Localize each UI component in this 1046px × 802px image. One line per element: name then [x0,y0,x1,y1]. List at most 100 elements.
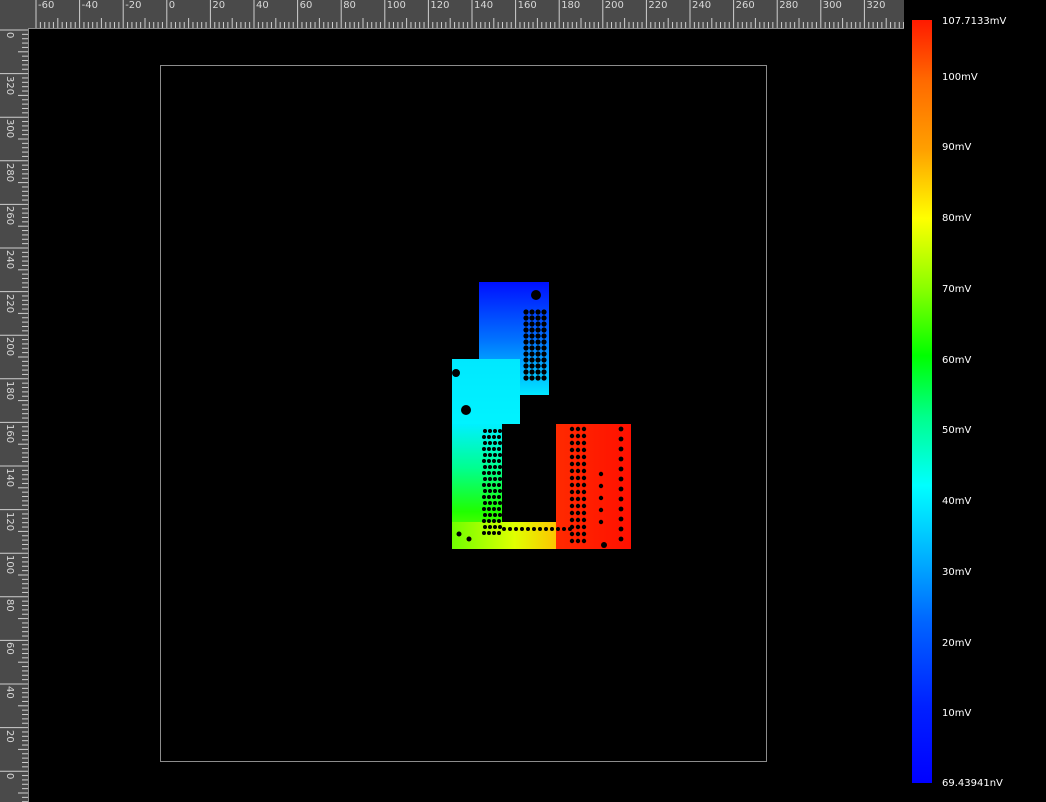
via-hole [452,369,460,377]
via-hole [482,519,486,523]
via-hole [569,468,575,474]
top-ruler-label: 40 [256,0,269,11]
via-hole [575,475,581,481]
top-ruler-label: 320 [866,0,886,11]
via-hole [488,525,492,529]
plot-canvas[interactable] [29,29,904,802]
colorbar-tick-70: 70mV [942,284,972,295]
via-hole [523,345,529,351]
via-hole [544,527,548,531]
left-ruler[interactable]: 0 320 300 280 260 240 220 200 180 160 140 120 100 80 6… [0,28,29,802]
via-hole [618,466,624,472]
left-ruler-label: 100 [4,555,15,575]
left-ruler-label: 160 [4,424,15,444]
via-hole [498,429,502,433]
via-hole [498,441,502,445]
top-ruler-label: 200 [604,0,624,11]
via-hole [581,475,587,481]
colorbar-tick-40: 40mV [942,496,972,507]
via-hole [498,477,502,481]
via-hole [541,375,547,381]
via-hole [498,465,502,469]
via-hole [541,315,547,321]
via-hole [498,525,502,529]
left-ruler-label: 200 [4,337,15,357]
via-hole [575,524,581,530]
via-hole [581,517,587,523]
colorbar [912,20,932,783]
via-hole [497,471,501,475]
via-hole [581,489,587,495]
via-hole [569,496,575,502]
via-hole [523,357,529,363]
via-hole [492,495,496,499]
via-hole [581,496,587,502]
via-hole [569,461,575,467]
colorbar-tick-30: 30mV [942,567,972,578]
via-hole [550,527,554,531]
via-hole [498,513,502,517]
colorbar-tick-20: 20mV [942,638,972,649]
via-hole [493,477,497,481]
via-hole [618,536,624,542]
via-hole [483,501,487,505]
via-hole [492,519,496,523]
via-hole [487,519,491,523]
left-ruler-label: 220 [4,293,15,313]
via-hole [581,433,587,439]
via-hole [497,531,501,535]
via-hole [529,375,535,381]
via-hole [581,538,587,544]
via-hole [488,513,492,517]
via-hole [569,510,575,516]
top-ruler-label: 280 [779,0,799,11]
via-hole [618,496,624,502]
via-hole [575,482,581,488]
via-hole [482,459,486,463]
via-hole [482,447,486,451]
via-hole [535,351,541,357]
via-hole [483,477,487,481]
via-hole [483,489,487,493]
via-hole [535,369,541,375]
via-hole [581,482,587,488]
via-hole [466,536,472,542]
via-hole [575,454,581,460]
ruler-corner [0,0,28,28]
via-hole [569,447,575,453]
via-hole [581,461,587,467]
via-hole [541,369,547,375]
via-hole [493,513,497,517]
via-hole [581,503,587,509]
left-ruler-label: 60 [4,642,15,656]
via-hole [601,542,607,548]
top-ruler[interactable]: -60 -40 -20 0 20 40 60 80 100 120 140 160 180 200 220 2… [28,0,904,29]
voltage-map-viewer: -60 -40 -20 0 20 40 60 80 100 120 140 160 180 200 220 2… [0,0,1046,802]
via-hole [541,333,547,339]
via-hole [497,483,501,487]
via-hole [535,309,541,315]
via-hole [483,429,487,433]
colorbar-tick-60: 60mV [942,355,972,366]
via-hole [502,527,506,531]
via-hole [523,315,529,321]
via-hole [569,517,575,523]
left-ruler-label: 120 [4,511,15,531]
via-hole [520,527,524,531]
via-hole [487,507,491,511]
via-hole [581,510,587,516]
left-ruler-label: 260 [4,206,15,226]
via-hole [535,339,541,345]
via-hole [497,507,501,511]
via-hole [575,538,581,544]
via-hole [541,357,547,363]
left-ruler-label: 0 [4,32,15,39]
via-hole [598,483,604,489]
colorbar-tick-100: 100mV [942,72,978,83]
via-hole [581,468,587,474]
colorbar-tick-80: 80mV [942,213,972,224]
via-hole [456,531,462,537]
via-hole [541,309,547,315]
via-hole [482,435,486,439]
via-hole [581,440,587,446]
